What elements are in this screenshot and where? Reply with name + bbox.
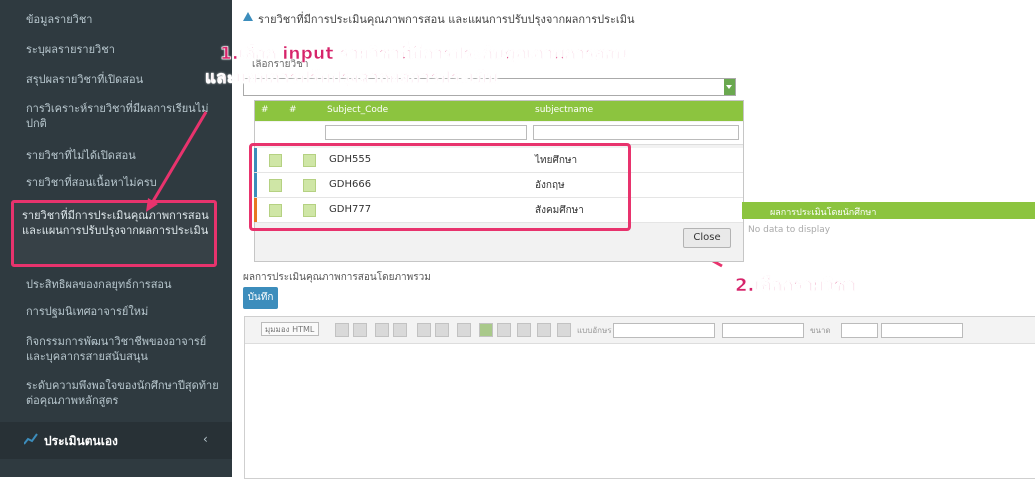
sidebar: ข้อมูลรายวิชา ระบุผลรายรายวิชา สรุปผลราย… bbox=[0, 0, 232, 477]
special-char-icon[interactable] bbox=[517, 323, 531, 337]
rows-highlight bbox=[249, 143, 631, 231]
filter-subject-code-input[interactable] bbox=[325, 125, 527, 140]
font-size-select[interactable] bbox=[841, 323, 878, 338]
image-icon[interactable] bbox=[479, 323, 493, 337]
chart-line-icon bbox=[24, 433, 38, 445]
student-evaluation-header: ผลการประเมินโดยนักศึกษา bbox=[742, 202, 1035, 219]
rich-text-editor[interactable]: มุมมอง HTML แบบอักษร ขนาด bbox=[244, 316, 1035, 479]
sidebar-footer-label: ประเมินตนเอง bbox=[44, 434, 118, 448]
grid-header: # # Subject_Code subjectname bbox=[255, 101, 743, 121]
sidebar-item-teaching-evaluation[interactable]: รายวิชาที่มีการประเมินคุณภาพการสอน และแผ… bbox=[22, 208, 212, 238]
chevron-down-icon[interactable] bbox=[724, 79, 735, 95]
ordered-list-icon[interactable] bbox=[375, 323, 389, 337]
link-icon[interactable] bbox=[417, 323, 431, 337]
font-format-select[interactable] bbox=[722, 323, 804, 338]
sidebar-self-assessment[interactable]: ประเมินตนเอง ‹ bbox=[0, 422, 232, 459]
sidebar-item-teaching-strategy[interactable]: ประสิทธิผลของกลยุทธ์การสอน bbox=[26, 277, 222, 292]
editor-toolbar: มุมมอง HTML แบบอักษร ขนาด bbox=[245, 317, 1035, 344]
source-html-button[interactable]: มุมมอง HTML bbox=[261, 322, 319, 336]
sidebar-item-courses-not-offered[interactable]: รายวิชาที่ไม่ได้เปิดสอน bbox=[26, 148, 222, 163]
annotation-step2: 2.เลือกรายวิชา bbox=[735, 275, 857, 297]
text-color-icon[interactable] bbox=[537, 323, 551, 337]
chevron-left-icon[interactable]: ‹ bbox=[203, 432, 208, 446]
sidebar-item-new-faculty-orientation[interactable]: การปฐมนิเทศอาจารย์ใหม่ bbox=[26, 304, 222, 319]
triangle-up-icon bbox=[243, 12, 253, 21]
italic-icon[interactable] bbox=[353, 323, 367, 337]
close-button[interactable]: Close bbox=[683, 228, 731, 248]
page-title: รายวิชาที่มีการประเมินคุณภาพการสอน และแผ… bbox=[258, 13, 635, 26]
grid-header-select: # bbox=[289, 105, 297, 115]
unordered-list-icon[interactable] bbox=[393, 323, 407, 337]
save-button[interactable]: บันทึก bbox=[243, 287, 278, 309]
annotation-step1-line1: 1.เลือก input รายวิชาที่มีการประกันคุณภา… bbox=[220, 44, 628, 65]
save-button-label: บันทึก bbox=[247, 292, 274, 303]
grid-header-subject-code[interactable]: Subject_Code bbox=[327, 105, 388, 115]
unlink-icon[interactable] bbox=[435, 323, 449, 337]
table-icon[interactable] bbox=[497, 323, 511, 337]
size-label: ขนาด bbox=[810, 326, 831, 335]
grid-header-subject-name[interactable]: subjectname bbox=[535, 105, 593, 115]
font-select[interactable] bbox=[613, 323, 715, 338]
sidebar-item-professional-development[interactable]: กิจกรรมการพัฒนาวิชาชีพของอาจารย์และบุคลา… bbox=[26, 334, 222, 364]
font-label: แบบอักษร bbox=[577, 326, 612, 335]
sidebar-item-abnormal-grades[interactable]: การวิเคราะห์รายวิชาที่มีผลการเรียนไม่ปกต… bbox=[26, 101, 222, 131]
overall-evaluation-label: ผลการประเมินคุณภาพการสอนโดยภาพรวม bbox=[243, 272, 431, 283]
background-color-icon[interactable] bbox=[557, 323, 571, 337]
grid-filter-row bbox=[255, 122, 743, 145]
sidebar-item-incomplete-content[interactable]: รายวิชาที่สอนเนื้อหาไม่ครบ bbox=[26, 175, 222, 190]
sidebar-item-course-results[interactable]: ระบุผลรายรายวิชา bbox=[26, 42, 222, 57]
sidebar-item-student-satisfaction[interactable]: ระดับความพึงพอใจของนักศึกษาปีสุดท้ายต่อค… bbox=[26, 378, 222, 408]
empty-state-text: No data to display bbox=[748, 225, 831, 235]
filter-subject-name-input[interactable] bbox=[533, 125, 739, 140]
bold-icon[interactable] bbox=[335, 323, 349, 337]
sidebar-item-course-info[interactable]: ข้อมูลรายวิชา bbox=[26, 12, 222, 27]
sidebar-item-course-summary[interactable]: สรุปผลรายวิชาที่เปิดสอน bbox=[26, 72, 222, 87]
font-size-dropdown[interactable] bbox=[881, 323, 963, 338]
paste-icon[interactable] bbox=[457, 323, 471, 337]
annotation-step1-line2: และแผนการปรับปรุงจากผลการประเมิน bbox=[205, 68, 499, 89]
grid-header-index: # bbox=[261, 105, 269, 115]
student-evaluation-title: ผลการประเมินโดยนักศึกษา bbox=[770, 208, 877, 218]
